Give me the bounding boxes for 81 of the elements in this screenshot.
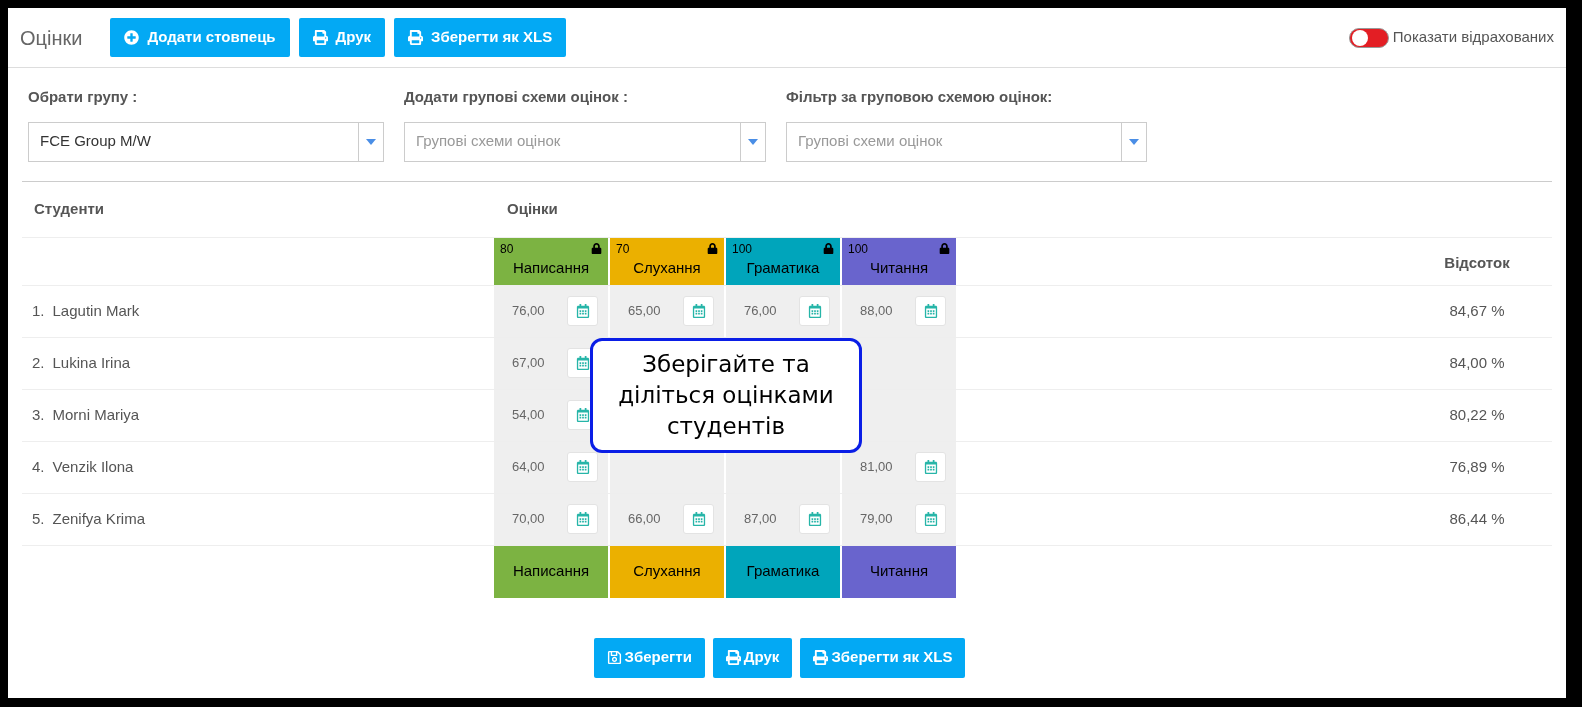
calendar-icon	[807, 512, 822, 526]
row-number: 4.	[32, 456, 45, 477]
grade-value: 65,00	[628, 302, 661, 321]
student-name: Venzik Ilona	[52, 456, 134, 477]
printer-icon	[725, 650, 741, 665]
toolbar-button[interactable]: Друк	[298, 18, 386, 57]
row-number: 1.	[32, 300, 45, 321]
max-score: 70	[616, 240, 630, 258]
student-name: Zenifya Krima	[52, 508, 146, 529]
action-button[interactable]: Зберегти	[593, 637, 705, 678]
select-field[interactable]: Групові схеми оцінок	[786, 121, 1147, 162]
grade-value: 87,00	[744, 510, 777, 529]
grade-value: 54,00	[512, 406, 545, 425]
column-heading: Студенти	[33, 198, 105, 219]
student-name: Lagutin Mark	[52, 300, 140, 321]
grade-column-name: Граматика	[746, 561, 820, 582]
grade-value: 88,00	[860, 302, 893, 321]
toggle-label: Показати відрахованих	[1392, 27, 1554, 48]
action-button[interactable]: Зберегти як XLS	[800, 637, 966, 678]
calendar-icon	[923, 304, 938, 318]
filter-label: Фільтр за груповою схемою оцінок:	[786, 87, 1054, 107]
calendar-icon	[575, 356, 590, 370]
percent-value: 84,67 %	[1448, 300, 1506, 321]
grade-column-name: Читання	[868, 257, 930, 278]
callout-text: Зберігайте та діліться оцінками студентів	[617, 350, 835, 441]
printer-icon	[813, 650, 829, 665]
percent-value: 86,44 %	[1448, 508, 1506, 529]
page-title: Оцінки	[20, 25, 83, 51]
grade-value: 76,00	[512, 302, 545, 321]
printer-icon	[408, 30, 424, 45]
grade-value: 81,00	[860, 458, 893, 477]
grade-value: 67,00	[512, 354, 545, 373]
toolbar-button[interactable]: Додати стовпець	[110, 18, 290, 57]
column-heading: Відсоток	[1443, 253, 1511, 273]
toggle-switch[interactable]	[1348, 27, 1389, 48]
max-score: 100	[732, 240, 753, 258]
grade-column-name: Читання	[869, 561, 929, 582]
max-score: 100	[848, 240, 869, 258]
calendar-icon	[575, 304, 590, 318]
grade-value: 66,00	[628, 510, 661, 529]
grade-value: 79,00	[860, 510, 893, 529]
row-number: 5.	[32, 508, 45, 529]
filter-label: Обрати групу :	[28, 87, 139, 107]
student-name: Lukina Irina	[52, 352, 131, 373]
grade-value: 64,00	[512, 458, 545, 477]
action-button[interactable]: Друк	[712, 637, 793, 678]
percent-value: 80,22 %	[1448, 404, 1506, 425]
calendar-icon	[923, 460, 938, 474]
caret-icon	[748, 138, 758, 145]
grade-value: 70,00	[512, 510, 545, 529]
grade-column-name: Граматика	[745, 257, 821, 278]
toolbar-button[interactable]: Зберегти як XLS	[394, 18, 567, 57]
max-score: 80	[500, 240, 514, 258]
student-name: Morni Mariya	[52, 404, 140, 425]
calendar-icon	[575, 512, 590, 526]
grade-column-name: Написання	[511, 257, 591, 278]
calendar-icon	[691, 512, 706, 526]
select-value: FCE Group M/W	[39, 131, 152, 152]
calendar-icon	[691, 304, 706, 318]
row-number: 2.	[32, 352, 45, 373]
select-field[interactable]: Групові схеми оцінок	[404, 121, 766, 162]
grade-value: 76,00	[744, 302, 777, 321]
calendar-icon	[575, 408, 590, 422]
plus-icon	[124, 30, 140, 45]
calendar-icon	[807, 304, 822, 318]
grade-column-name: Слухання	[633, 561, 701, 582]
caret-icon	[366, 138, 376, 145]
printer-icon	[312, 30, 328, 45]
grade-column-name: Написання	[512, 561, 590, 582]
calendar-icon	[923, 512, 938, 526]
calendar-icon	[575, 460, 590, 474]
select-placeholder: Групові схеми оцінок	[415, 131, 562, 152]
select-field[interactable]: FCE Group M/W	[28, 121, 384, 162]
percent-value: 84,00 %	[1448, 352, 1506, 373]
percent-value: 76,89 %	[1448, 456, 1506, 477]
select-placeholder: Групові схеми оцінок	[797, 131, 944, 152]
grade-column-name: Слухання	[632, 257, 702, 278]
column-heading: Оцінки	[506, 198, 558, 219]
filter-label: Додати групові схеми оцінок :	[404, 87, 629, 107]
caret-icon	[1129, 138, 1139, 145]
row-number: 3.	[32, 404, 45, 425]
